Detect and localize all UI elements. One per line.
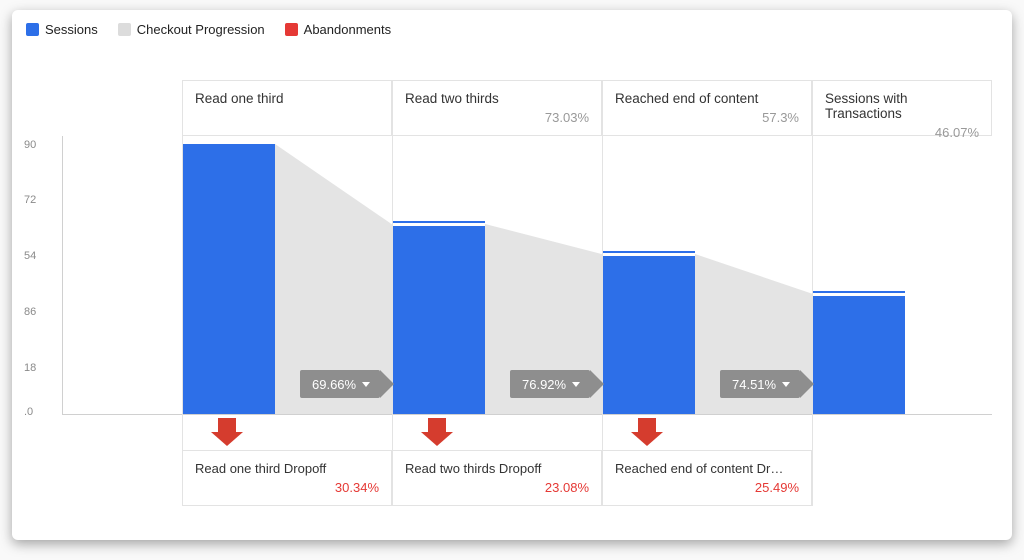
header-divider xyxy=(812,80,813,506)
legend-label: Sessions xyxy=(45,22,98,37)
progression-badge-1[interactable]: 69.66% xyxy=(300,370,380,398)
step-header-4[interactable]: Sessions with Transactions 46.07% xyxy=(812,80,992,136)
dropoff-arrow-icon xyxy=(631,418,663,446)
step-label: Read one third xyxy=(195,91,379,106)
dropoff-arrow-icon xyxy=(211,418,243,446)
step-header-2[interactable]: Read two thirds 73.03% xyxy=(392,80,602,136)
dropoff-label: Read two thirds Dropoff xyxy=(405,461,589,476)
step-label: Sessions with Transactions xyxy=(825,91,979,121)
step-pct: 57.3% xyxy=(615,110,799,125)
funnel-plot: 90 72 54 86 18 .0 xyxy=(22,50,992,528)
dropoff-pct: 25.49% xyxy=(615,480,799,495)
dropoff-pct: 30.34% xyxy=(195,480,379,495)
progression-pct: 76.92% xyxy=(522,377,566,392)
step-label: Read two thirds xyxy=(405,91,589,106)
step-header-1[interactable]: Read one third xyxy=(182,80,392,136)
legend-item-progression[interactable]: Checkout Progression xyxy=(118,22,265,37)
legend-label: Checkout Progression xyxy=(137,22,265,37)
dropoff-footer-2[interactable]: Read two thirds Dropoff 23.08% xyxy=(392,450,602,506)
dropoff-footer-1[interactable]: Read one third Dropoff 30.34% xyxy=(182,450,392,506)
legend-label: Abandonments xyxy=(304,22,391,37)
progression-badge-2[interactable]: 76.92% xyxy=(510,370,590,398)
legend-swatch-abandonments xyxy=(285,23,298,36)
legend-item-abandonments[interactable]: Abandonments xyxy=(285,22,391,37)
analytics-funnel-card: Sessions Checkout Progression Abandonmen… xyxy=(12,10,1012,540)
funnel-bar-2[interactable] xyxy=(393,224,485,414)
legend-swatch-progression xyxy=(118,23,131,36)
progression-badge-3[interactable]: 74.51% xyxy=(720,370,800,398)
step-label: Reached end of content xyxy=(615,91,799,106)
axis-tick: 86 xyxy=(24,306,36,318)
header-divider xyxy=(182,80,183,506)
dropoff-arrow-icon xyxy=(421,418,453,446)
chevron-down-icon xyxy=(572,382,580,387)
header-divider xyxy=(602,80,603,506)
header-divider xyxy=(392,80,393,506)
dropoff-label: Reached end of content Dr… xyxy=(615,461,799,476)
dropoff-footer-3[interactable]: Reached end of content Dr… 25.49% xyxy=(602,450,812,506)
step-header-3[interactable]: Reached end of content 57.3% xyxy=(602,80,812,136)
axis-tick: 72 xyxy=(24,194,36,206)
progression-pct: 74.51% xyxy=(732,377,776,392)
funnel-bar-1[interactable] xyxy=(183,144,275,414)
legend: Sessions Checkout Progression Abandonmen… xyxy=(12,10,1012,37)
funnel-bar-3[interactable] xyxy=(603,254,695,414)
axis-tick: 90 xyxy=(24,139,36,151)
dropoff-pct: 23.08% xyxy=(405,480,589,495)
axis-tick: 54 xyxy=(24,250,36,262)
axis-tick: 18 xyxy=(24,362,36,374)
dropoff-label: Read one third Dropoff xyxy=(195,461,379,476)
axis-tick: .0 xyxy=(24,406,33,418)
progression-pct: 69.66% xyxy=(312,377,356,392)
step-pct: 46.07% xyxy=(825,125,979,140)
funnel-bar-4[interactable] xyxy=(813,294,905,414)
chevron-down-icon xyxy=(782,382,790,387)
legend-swatch-sessions xyxy=(26,23,39,36)
legend-item-sessions[interactable]: Sessions xyxy=(26,22,98,37)
chevron-down-icon xyxy=(362,382,370,387)
step-pct: 73.03% xyxy=(405,110,589,125)
